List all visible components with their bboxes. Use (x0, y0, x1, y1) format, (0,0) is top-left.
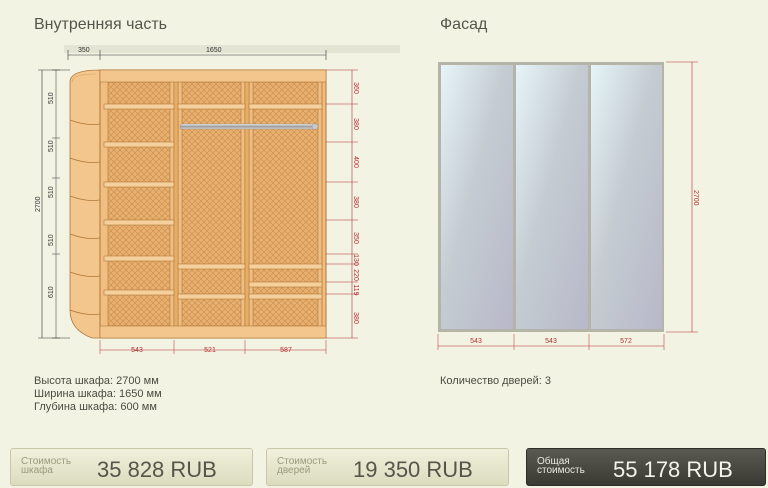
bottom-section-dim: 543 (131, 347, 143, 354)
doors-cost-value: 19 350 RUB (353, 457, 473, 482)
facade-door-dim: 572 (620, 338, 632, 345)
cabinet-specs: Высота шкафа: 2700 мм Ширина шкафа: 1650… (34, 375, 162, 414)
right-section-dim: 400 (352, 156, 359, 168)
spec-depth: Глубина шкафа: 600 мм (34, 401, 157, 413)
right-section-dim: 380 (352, 118, 359, 130)
door-1[interactable] (441, 65, 513, 329)
bottom-section-dim: 521 (204, 347, 216, 354)
bottom-section-dim: 587 (280, 347, 292, 354)
door-2[interactable] (516, 65, 588, 329)
total-cost-panel: Общая стоимость 55 178 RUB (526, 448, 766, 486)
price-footer: Стоимость шкафа 35 828 RUB Стоимость двере… (0, 444, 768, 488)
right-section-dim: 220 (352, 269, 359, 281)
cabinet-cost-label: Стоимость шкафа (21, 456, 72, 476)
right-section-dim: 119 (352, 284, 359, 295)
left-section-dim: 510 (48, 140, 55, 152)
left-section-dim: 510 (48, 92, 55, 104)
facade-door-dim: 543 (545, 338, 557, 345)
cabinet-cost-panel: Стоимость шкафа 35 828 RUB (10, 448, 253, 486)
shelf (103, 103, 175, 110)
right-section-dim: 130 (352, 254, 359, 266)
right-section-dim: 380 (352, 312, 359, 324)
spec-doors: Количество дверей: 3 (440, 375, 551, 387)
back-panel (252, 81, 319, 327)
interior-drawing: 350 1650 2700 510 510 510 510 610 360 380 400 3… (35, 45, 699, 354)
doors-cost-label: Стоимость дверей (277, 456, 328, 476)
left-section-dim: 510 (48, 234, 55, 246)
shelf (103, 219, 175, 226)
shelf (103, 141, 175, 148)
facade-door-dim: 543 (470, 338, 482, 345)
spec-height: Высота шкафа: 2700 мм (34, 375, 159, 387)
top-dim-width: 1650 (206, 47, 222, 54)
shelf (103, 181, 175, 188)
spec-width: Ширина шкафа: 1650 мм (34, 388, 162, 400)
back-panel (107, 81, 171, 327)
shelf (103, 255, 175, 262)
back-panel (181, 81, 242, 327)
cabinet-cost-value: 35 828 RUB (97, 457, 217, 482)
total-cost-value: 55 178 RUB (613, 457, 733, 482)
left-section-dim: 610 (48, 286, 55, 298)
right-section-dim: 360 (352, 82, 359, 94)
total-cost-label: Общая стоимость (537, 456, 585, 476)
shelf (103, 289, 175, 296)
height-dim: 2700 (35, 196, 42, 212)
facade-height-dim: 2700 (692, 190, 699, 206)
right-section-dim: 380 (352, 196, 359, 208)
doors-cost-panel: Стоимость дверей 19 350 RUB (266, 448, 509, 486)
right-section-dim: 350 (352, 232, 359, 244)
top-dim-side: 350 (78, 47, 90, 54)
left-section-dim: 510 (48, 186, 55, 198)
door-3[interactable] (591, 65, 662, 329)
